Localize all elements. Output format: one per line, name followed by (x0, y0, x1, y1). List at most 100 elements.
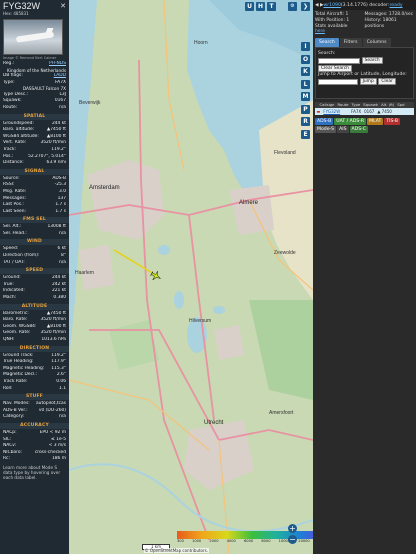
version-link[interactable]: wr1090 (324, 3, 341, 8)
detail-label: WGS84 altitude: (3, 133, 39, 139)
detail-value: autopilot,tcas (35, 401, 66, 407)
detail-value: 0.380 (53, 295, 66, 301)
detail-label: Baro. Rate: (3, 317, 28, 323)
jump-button[interactable]: Jump (359, 78, 377, 86)
map-toggle-p-button[interactable]: P (301, 104, 310, 114)
info-label: Reg.: (3, 61, 15, 66)
detail-label: Track Rate: (3, 378, 28, 384)
detail-label: Magnetic Decl.: (3, 372, 38, 378)
tab-filters[interactable]: Filters (339, 38, 362, 48)
column-header[interactable]: Spd (396, 102, 406, 108)
detail-value: 1.7 s (55, 208, 66, 214)
section-title-fms-sel[interactable]: FMS SEL (0, 217, 69, 224)
aircraft-marker[interactable] (149, 269, 163, 283)
detail-label: Indicated: (3, 288, 25, 294)
detail-value: 3520 ft/min (40, 140, 66, 146)
table-row[interactable]: ▬ FYG32W FA7X 0167 ▲ 7450 (315, 108, 414, 116)
jump-input[interactable] (318, 78, 358, 85)
search-input[interactable] (318, 57, 360, 64)
map-toggle-l-button[interactable]: L (301, 79, 310, 89)
map-toggle-o-button[interactable]: O (301, 54, 310, 64)
map-place-label: Amersfoort (269, 410, 294, 416)
detail-value: ▲7450 ft (46, 310, 66, 316)
map-attribution[interactable]: © OpenStreetMap contributors. (143, 548, 209, 553)
map-toggle-k-button[interactable]: K (301, 67, 310, 76)
zoom-in-button[interactable]: + (288, 524, 297, 533)
detail-row: QNH: 1013.6 hPa (0, 337, 69, 344)
detail-label: Geom. Rate: (3, 330, 31, 336)
country-flag: ▬ (316, 109, 321, 115)
info-value[interactable]: PH-NDS (49, 61, 66, 68)
aircraft-info-rows: Reg.: PH-NDS Kingdom of the Netherlands DB … (0, 61, 69, 112)
section-title-spatial[interactable]: SPATIAL (0, 113, 69, 120)
search-panel: Search: Search Clear Search Jump to Airp… (315, 47, 414, 100)
section-title-wind[interactable]: WIND (0, 239, 69, 246)
section-title-speed[interactable]: SPEED (0, 268, 69, 275)
detail-value: n/a (59, 230, 66, 236)
aircraft-info-sidebar: FYG32W Hex: 485831 ✕ Image © Remond Bert… (0, 0, 69, 554)
nav-arrows[interactable]: ◀ ▶ (315, 3, 324, 8)
panel-toggle-arrow-button[interactable]: ❯ (301, 2, 310, 11)
stats-link[interactable]: here (315, 29, 365, 35)
detail-label: Ground: (3, 275, 21, 281)
map-view[interactable]: Beverwijk Hoorn Amsterdam Haarlem Almere Hilv… (69, 0, 313, 554)
row-route (342, 108, 350, 115)
section-title-stuff[interactable]: STUFF (0, 394, 69, 401)
search-button[interactable]: Search (361, 57, 383, 65)
altitude-legend-label: 300 (177, 539, 184, 543)
section-title-signal[interactable]: SIGNAL (0, 168, 69, 175)
map-place-label: Hoorn (194, 40, 208, 46)
tab-columns[interactable]: Columns (362, 38, 391, 48)
aircraft-photo[interactable] (3, 19, 63, 55)
detail-value: 2.6° (56, 372, 66, 378)
map-toggle-e-button[interactable]: E (301, 129, 310, 139)
map-place-label: Zeewolde (274, 250, 296, 256)
map-toggle-r-button[interactable]: R (301, 117, 310, 126)
zoom-out-button[interactable]: − (288, 535, 297, 544)
detail-row: Baro. Rate: 3520 ft/min (0, 317, 69, 324)
version-text: (3.14.1776) decoder: (340, 2, 390, 8)
map-toggle-i-button[interactable]: I (301, 42, 310, 51)
map-toggle-m-button[interactable]: M (301, 92, 310, 101)
map-toggle-u-button[interactable]: U (245, 2, 254, 11)
detail-row: ADS-B Ver.: v0 (DO-260) (0, 408, 69, 415)
map-place-label: Flevoland (274, 150, 296, 156)
detail-label: Baro. altitude: (3, 127, 35, 133)
info-value[interactable]: LADD (54, 73, 66, 80)
map-place-label: Amsterdam (89, 185, 120, 191)
map-toggle-h-button[interactable]: H (256, 2, 265, 11)
source-legend: ADS-B UAT / ADS-R MLAT TIS-B Mode-S AIS ADS-C (315, 118, 414, 134)
detail-label: Groundspeed: (3, 120, 34, 126)
altitude-legend-label: 2000 (209, 539, 219, 543)
row-callsign[interactable]: FYG32W (322, 108, 342, 115)
detail-value: 244 kt (51, 120, 66, 126)
info-value: L3J (59, 91, 66, 97)
detail-value: 242 kt (51, 281, 66, 287)
section-title-direction[interactable]: DIRECTION (0, 345, 69, 352)
section-title-accuracy[interactable]: ACCURACY (0, 422, 69, 429)
map-place-label: Almere (239, 200, 259, 206)
detail-value: EPU < 92 m (39, 429, 66, 435)
info-value: FA7X (55, 79, 66, 85)
settings-icon[interactable]: ⚙ (288, 2, 297, 11)
detail-label: Category: (3, 414, 25, 420)
info-row: Squawk: 0167 (0, 98, 69, 105)
info-row: DB flags: LADD (0, 73, 69, 80)
detail-row: Magnetic Heading: 115.3° (0, 366, 69, 373)
section-title-altitude[interactable]: ALTITUDE (0, 303, 69, 310)
clear-button[interactable]: Clear (378, 78, 396, 86)
info-row: Type: FA7X (0, 80, 69, 87)
detail-value: 1013.6 hPa (41, 337, 66, 342)
detail-value: 221 kt (51, 288, 66, 294)
detail-label: Last Pos.: (3, 202, 24, 208)
detail-value: 186 m (51, 456, 66, 462)
detail-value: 119.2° (51, 146, 66, 152)
tab-search[interactable]: Search (315, 38, 339, 48)
close-icon[interactable]: ✕ (60, 2, 66, 10)
detail-row: NACv: < 3 m/s (0, 443, 69, 450)
source-badge: ADS-C (349, 126, 368, 134)
detail-value: ADS-B (52, 175, 66, 181)
map-toggle-t-button[interactable]: T (267, 2, 276, 11)
detail-value: 3520 ft/min (40, 330, 66, 336)
detail-label: Pos.: (3, 153, 14, 159)
